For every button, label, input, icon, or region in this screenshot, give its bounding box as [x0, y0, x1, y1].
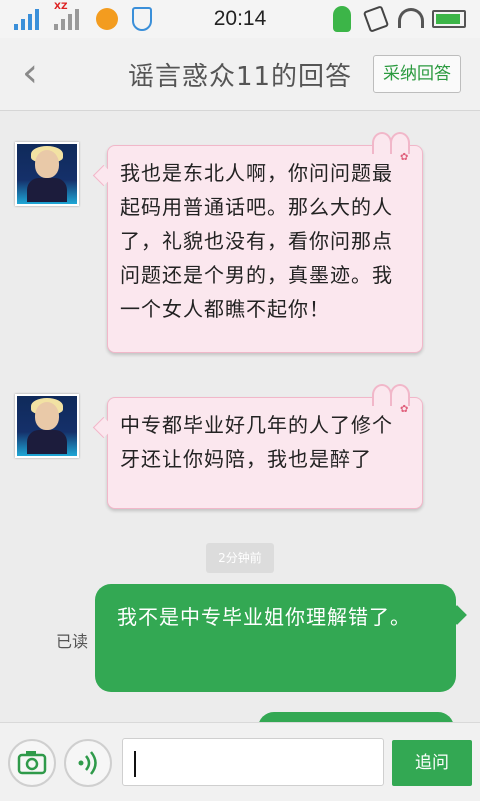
adopt-answer-button[interactable]: 采纳回答: [373, 55, 461, 93]
camera-button[interactable]: [8, 739, 56, 787]
wifi-icon: [398, 8, 424, 28]
bubble-decoration-icon: ✿: [400, 152, 410, 163]
nav-bar: ‹ 谣言惑众11的回答 采纳回答: [0, 38, 480, 111]
message-text: 我也是东北人啊，你问问题最起码用普通话吧。那么大的人了，礼貌也没有，看你问那点问…: [120, 161, 393, 321]
text-caret: [134, 751, 136, 777]
page-title: 谣言惑众11的回答: [127, 62, 353, 92]
bulb-icon: [333, 6, 351, 32]
battery-icon: [432, 10, 466, 28]
back-button[interactable]: ‹: [10, 52, 50, 96]
camera-icon: [17, 751, 47, 775]
message-text: 我不是中专毕业姐你理解错了。: [117, 605, 411, 629]
voice-icon: [78, 751, 97, 775]
read-status: 已读: [56, 632, 89, 651]
input-bar: 追问: [0, 722, 480, 801]
avatar[interactable]: [15, 394, 79, 458]
chevron-left-icon: ‹: [22, 50, 38, 96]
avatar[interactable]: [15, 142, 79, 206]
message-timestamp: 2分钟前: [206, 543, 274, 573]
message-text: 中专都毕业好几年的人了修个牙还让你妈陪，我也是醉了: [120, 413, 393, 471]
message-bubble: ✿ 我也是东北人啊，你问问题最起码用普通话吧。那么大的人了，礼貌也没有，看你问那…: [92, 132, 423, 353]
reply-input[interactable]: [122, 738, 384, 786]
ask-button[interactable]: 追问: [392, 740, 472, 786]
voice-button[interactable]: [64, 739, 112, 787]
bubble-decoration-icon: ✿: [400, 404, 410, 415]
message-bubble: ✿ 中专都毕业好几年的人了修个牙还让你妈陪，我也是醉了: [92, 384, 423, 509]
my-message-bubble: 我不是中专毕业姐你理解错了。: [95, 584, 467, 692]
status-bar: XZ 20:14: [0, 0, 480, 38]
